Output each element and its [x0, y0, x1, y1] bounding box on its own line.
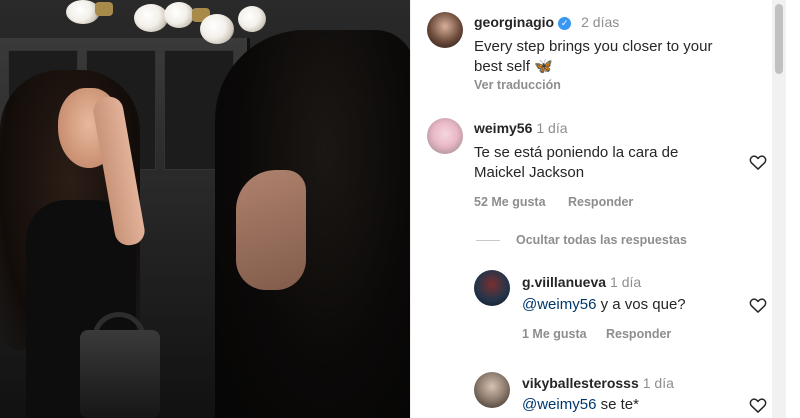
reply-text: @weimy56 se te* [522, 394, 639, 416]
vanity-bulb [134, 4, 168, 32]
comment-reply-button[interactable]: Responder [568, 195, 633, 209]
caption-author[interactable]: georginagio [474, 14, 554, 30]
comment-text-line2: Maickel Jackson [474, 164, 585, 181]
mention-link[interactable]: @weimy56 [522, 396, 596, 413]
comment-author[interactable]: weimy56 [474, 120, 532, 136]
avatar-g-viillanueva[interactable] [474, 270, 510, 306]
caption-text-line2: best self 🦋 [474, 58, 553, 75]
divider-dash [476, 239, 500, 241]
reply-text-body: y a vos que? [596, 296, 686, 313]
reply-header: g.viillanueva 1 día [522, 274, 641, 290]
scrollbar[interactable] [772, 0, 786, 418]
heart-icon[interactable] [748, 152, 768, 172]
vanity-bulb [164, 2, 194, 28]
reply-time[interactable]: 1 día [643, 375, 674, 391]
vanity-bulb [200, 14, 234, 44]
avatar-vikyballesterosss[interactable] [474, 372, 510, 408]
comment-time[interactable]: 1 día [536, 120, 567, 136]
reply-header: vikyballesterosss 1 día [522, 375, 674, 391]
reply-time[interactable]: 1 día [610, 274, 641, 290]
reply-text-body: se te* [596, 396, 639, 413]
hide-replies-toggle[interactable]: Ocultar todas las respuestas [476, 233, 687, 247]
reply-author[interactable]: g.viillanueva [522, 274, 606, 290]
comment-text: Te se está poniendo la cara de [474, 144, 679, 161]
post-photo[interactable] [0, 0, 410, 418]
heart-icon[interactable] [748, 395, 768, 415]
comments-panel [410, 0, 786, 418]
scrollbar-thumb[interactable] [775, 4, 783, 74]
reply-text: @weimy56 y a vos que? [522, 294, 686, 316]
avatar-georginagio[interactable] [427, 12, 463, 48]
caption-text: Every step brings you closer to your [474, 38, 713, 55]
handbag [80, 330, 160, 418]
avatar-weimy56[interactable] [427, 118, 463, 154]
heart-icon[interactable] [748, 295, 768, 315]
reply-reply-button[interactable]: Responder [606, 327, 671, 341]
mention-link[interactable]: @weimy56 [522, 296, 596, 313]
post-viewer: georginagio ✓ 2 días Every step brings you… [0, 0, 800, 418]
reply-likes[interactable]: 1 Me gusta [522, 327, 587, 341]
bulb-socket [95, 2, 113, 16]
hide-replies-label[interactable]: Ocultar todas las respuestas [516, 233, 687, 247]
comment-likes[interactable]: 52 Me gusta [474, 195, 546, 209]
comment-header: weimy56 1 día [474, 120, 568, 136]
caption-time[interactable]: 2 días [581, 14, 619, 30]
vanity-bulb [238, 6, 266, 32]
verified-badge-icon: ✓ [558, 17, 572, 30]
foreground-shoulder [236, 170, 306, 290]
translate-link[interactable]: Ver traducción [474, 78, 561, 92]
reply-author[interactable]: vikyballesterosss [522, 375, 639, 391]
caption-header: georginagio ✓ 2 días [474, 14, 619, 30]
